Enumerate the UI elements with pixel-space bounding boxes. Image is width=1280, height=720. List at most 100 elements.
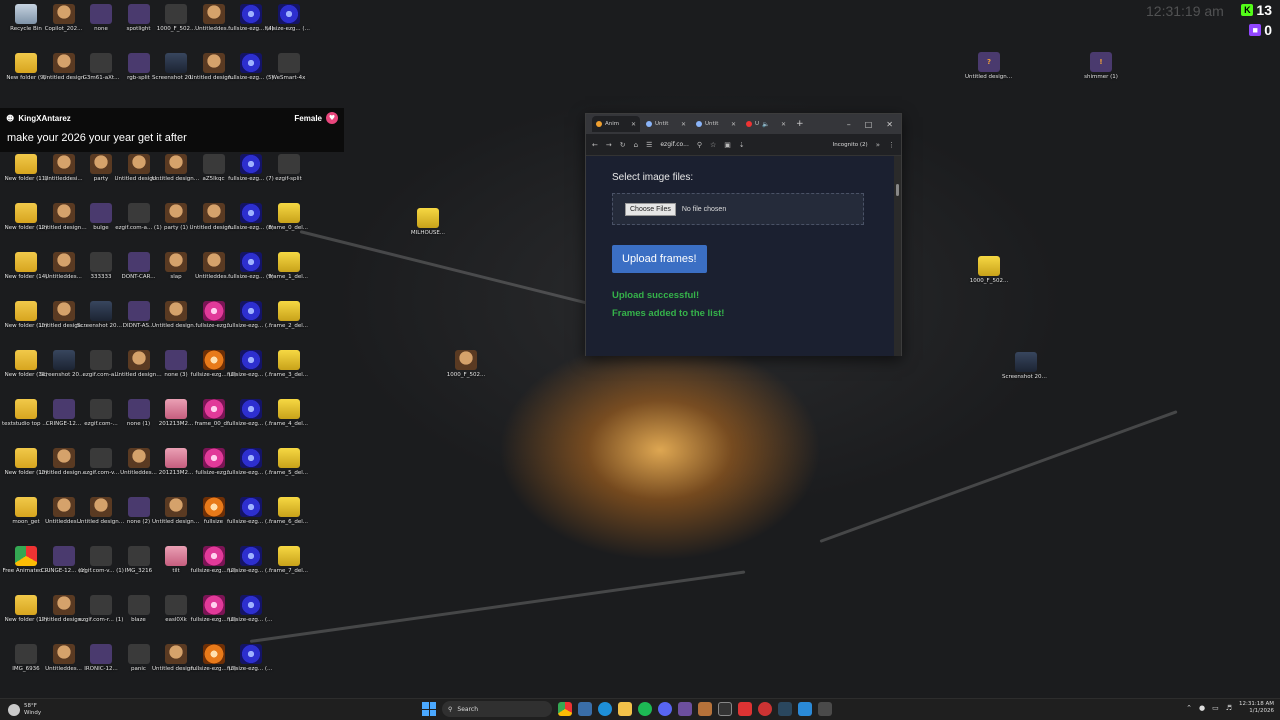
image-icon bbox=[202, 301, 225, 321]
zoom-icon[interactable]: ⚲ bbox=[697, 141, 702, 149]
image-icon bbox=[202, 53, 225, 73]
image-icon bbox=[978, 256, 1000, 276]
folder-icon bbox=[15, 350, 37, 370]
minimize-button[interactable]: – bbox=[847, 120, 851, 129]
desktop-icon[interactable]: frame_0_del... bbox=[265, 201, 313, 249]
image-icon bbox=[127, 644, 150, 664]
desktop-icon[interactable]: frame_6_del... bbox=[265, 495, 313, 543]
folder-icon bbox=[15, 301, 37, 321]
app-icon[interactable] bbox=[798, 702, 812, 716]
desktop-icon[interactable]: frame_2_del... bbox=[265, 299, 313, 347]
reload-icon[interactable]: ↻ bbox=[620, 141, 626, 149]
edge-app-icon[interactable] bbox=[598, 702, 612, 716]
wallpaper-streak bbox=[819, 410, 1178, 543]
tab-untitled-1[interactable]: Untit ✕ bbox=[642, 116, 690, 132]
image-icon bbox=[240, 252, 262, 272]
page-scrollbar[interactable] bbox=[894, 156, 901, 356]
desktop-icon[interactable]: frame_7_del... bbox=[265, 544, 313, 592]
file-drop-zone[interactable]: Choose Files No file chosen bbox=[612, 193, 864, 225]
desktop-icon-shimmer[interactable]: ! shimmer (1) bbox=[1077, 50, 1125, 98]
app-icon[interactable] bbox=[758, 702, 772, 716]
steam-app-icon[interactable] bbox=[778, 702, 792, 716]
choose-files-button[interactable]: Choose Files bbox=[625, 202, 676, 216]
folder-icon bbox=[15, 252, 37, 272]
desktop-icon[interactable]: fullsize-ezg... (17) bbox=[227, 642, 275, 690]
desktop-icon[interactable]: fullsize-ezg... (16) bbox=[227, 593, 275, 641]
new-tab-button[interactable]: + bbox=[796, 119, 804, 129]
desktop-icon-f502[interactable]: 1000_F_502... bbox=[442, 348, 490, 396]
url-field[interactable]: ezgif.co... bbox=[660, 141, 689, 148]
desktop-icon-label: fullsize-ezg... (16) bbox=[227, 617, 275, 623]
desktop-icon[interactable]: ezgif-split bbox=[265, 152, 313, 200]
discord-app-icon[interactable] bbox=[658, 702, 672, 716]
image-icon bbox=[15, 546, 37, 566]
close-icon[interactable]: ✕ bbox=[781, 121, 786, 128]
terminal-app-icon[interactable] bbox=[718, 702, 732, 716]
site-info-icon[interactable]: ☰ bbox=[646, 141, 652, 149]
scrollbar-thumb[interactable] bbox=[896, 184, 899, 196]
downloads-icon[interactable]: ⇣ bbox=[739, 141, 745, 149]
desktop-icon-didnt-ask[interactable]: ? Untitled design (7) bbox=[965, 50, 1013, 98]
image-icon bbox=[52, 448, 75, 468]
menu-icon[interactable]: ⋮ bbox=[888, 141, 895, 149]
incognito-indicator[interactable]: Incognito (2) bbox=[833, 142, 868, 148]
tab-youtube[interactable]: U 🔈 ✕ bbox=[742, 116, 790, 132]
desktop-icon-f502[interactable]: 1000_F_502... bbox=[965, 254, 1013, 302]
volume-icon[interactable]: ♬ bbox=[1226, 704, 1232, 712]
twitch-count: 0 bbox=[1264, 22, 1272, 38]
image-icon bbox=[202, 399, 225, 419]
app-icon[interactable] bbox=[698, 702, 712, 716]
image-icon bbox=[277, 252, 300, 272]
image-icon bbox=[165, 595, 187, 615]
chevron-right-icon[interactable]: » bbox=[876, 141, 880, 149]
close-icon[interactable]: ✕ bbox=[731, 121, 736, 128]
image-icon bbox=[165, 203, 187, 223]
task-view-icon[interactable] bbox=[578, 702, 592, 716]
image-icon bbox=[90, 399, 112, 419]
image-icon bbox=[52, 53, 75, 73]
chevron-up-icon[interactable]: ⌃ bbox=[1186, 704, 1192, 712]
desktop-icon-screenshot[interactable]: Screenshot 2025-12-... bbox=[1002, 350, 1050, 398]
tab-ezgif-animator[interactable]: Anim ✕ bbox=[592, 116, 640, 132]
extensions-icon[interactable]: ▣ bbox=[724, 141, 731, 149]
brave-app-icon[interactable] bbox=[738, 702, 752, 716]
taskbar-clock[interactable]: 12:31:18 AM 1/1/2026 bbox=[1239, 701, 1274, 715]
desktop-icon[interactable]: WeSmart-4x bbox=[265, 51, 313, 99]
close-icon[interactable]: ✕ bbox=[631, 121, 636, 128]
desktop-icon[interactable]: frame_1_del... bbox=[265, 250, 313, 298]
desktop-icon[interactable]: frame_5_del... bbox=[265, 446, 313, 494]
maximize-button[interactable]: □ bbox=[865, 120, 873, 129]
file-explorer-icon[interactable] bbox=[618, 702, 632, 716]
upload-frames-button[interactable]: Upload frames! bbox=[612, 245, 707, 273]
search-placeholder: Search bbox=[457, 705, 479, 713]
obs-app-icon[interactable] bbox=[678, 702, 692, 716]
back-icon[interactable]: ← bbox=[592, 141, 598, 149]
image-icon bbox=[165, 53, 187, 73]
desktop-icon[interactable]: frame_3_del... bbox=[265, 348, 313, 396]
image-icon bbox=[90, 546, 112, 566]
taskbar-date: 1/1/2026 bbox=[1249, 708, 1274, 714]
app-icon[interactable] bbox=[818, 702, 832, 716]
close-window-button[interactable]: ✕ bbox=[886, 120, 893, 129]
chrome-app-icon[interactable] bbox=[558, 702, 572, 716]
overlay-clock: 12:31:19 am bbox=[1146, 3, 1224, 19]
user-icon: ☻ bbox=[6, 113, 15, 123]
desktop-icon-milhouse[interactable]: MILHOUSE... bbox=[404, 206, 452, 254]
taskbar-time: 12:31:18 AM bbox=[1239, 701, 1274, 707]
spotify-app-icon[interactable] bbox=[638, 702, 652, 716]
desktop-icon-label: WeSmart-4x bbox=[271, 75, 306, 81]
desktop-icon[interactable]: frame_4_del... bbox=[265, 397, 313, 445]
bookmark-star-icon[interactable]: ☆ bbox=[710, 141, 716, 149]
image-icon bbox=[90, 497, 112, 517]
display-icon[interactable]: ▭ bbox=[1212, 704, 1219, 712]
image-icon bbox=[277, 203, 300, 223]
taskbar-search[interactable]: ⚲ Search bbox=[442, 701, 552, 717]
forward-icon[interactable]: → bbox=[606, 141, 612, 149]
home-icon[interactable]: ⌂ bbox=[634, 141, 638, 149]
microphone-icon[interactable]: ● bbox=[1199, 704, 1205, 712]
weather-widget[interactable]: 58°F Windy bbox=[8, 703, 41, 716]
tab-untitled-2[interactable]: Untit ✕ bbox=[692, 116, 740, 132]
close-icon[interactable]: ✕ bbox=[681, 121, 686, 128]
start-button[interactable] bbox=[422, 702, 436, 716]
desktop-icon[interactable]: fullsize-ezg... (18) bbox=[265, 2, 313, 50]
